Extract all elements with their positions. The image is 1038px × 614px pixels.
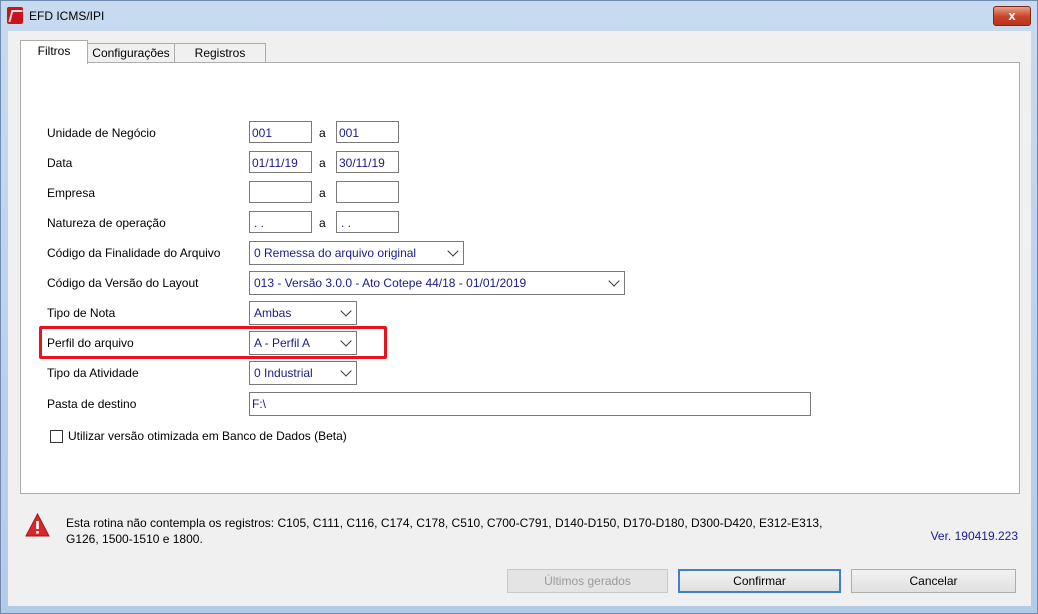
filtros-panel: Unidade de Negócio 001 a 001 Data 01/11/… xyxy=(20,62,1020,494)
warning-icon xyxy=(25,513,50,537)
range-separator: a xyxy=(319,156,326,170)
confirmar-button[interactable]: Confirmar xyxy=(678,569,841,593)
versao-layout-value: 013 - Versão 3.0.0 - Ato Cotepe 44/18 - … xyxy=(254,276,527,290)
window-title: EFD ICMS/IPI xyxy=(29,9,105,23)
tab-configuracoes[interactable]: Configurações xyxy=(86,43,176,63)
versao-layout-label: Código da Versão do Layout xyxy=(47,276,199,290)
tipo-nota-label: Tipo de Nota xyxy=(47,306,116,320)
range-separator: a xyxy=(319,186,326,200)
perfil-highlight-box xyxy=(39,326,387,359)
tipo-atividade-value: 0 Industrial xyxy=(254,366,313,380)
tab-filtros[interactable]: Filtros xyxy=(20,40,88,64)
tab-registros[interactable]: Registros xyxy=(174,43,266,63)
unidade-negocio-label: Unidade de Negócio xyxy=(47,126,156,140)
otimizada-checkbox-label[interactable]: Utilizar versão otimizada em Banco de Da… xyxy=(68,429,347,443)
chevron-down-icon xyxy=(340,365,352,377)
ultimos-gerados-button[interactable]: Últimos gerados xyxy=(507,569,668,593)
unidade-negocio-from-input[interactable]: 001 xyxy=(249,121,312,143)
otimizada-checkbox[interactable] xyxy=(50,430,63,443)
data-label: Data xyxy=(47,156,73,170)
chevron-down-icon xyxy=(340,305,352,317)
title-bar[interactable]: EFD ICMS/IPI x xyxy=(1,1,1037,31)
version-label: Ver. 190419.223 xyxy=(930,529,1018,543)
empresa-label: Empresa xyxy=(47,186,96,200)
natureza-to-input[interactable]: . . xyxy=(336,211,399,233)
natureza-from-input[interactable]: . . xyxy=(249,211,312,233)
finalidade-value: 0 Remessa do arquivo original xyxy=(254,246,417,260)
unidade-negocio-to-input[interactable]: 001 xyxy=(336,121,399,143)
tipo-nota-value: Ambas xyxy=(254,306,292,320)
pasta-destino-label: Pasta de destino xyxy=(47,397,137,411)
pasta-destino-input[interactable]: F:\ xyxy=(249,392,811,416)
empresa-to-input[interactable] xyxy=(336,181,399,203)
tipo-atividade-select[interactable]: 0 Industrial xyxy=(249,361,357,385)
versao-layout-select[interactable]: 013 - Versão 3.0.0 - Ato Cotepe 44/18 - … xyxy=(249,271,625,295)
close-button[interactable]: x xyxy=(993,6,1031,26)
chevron-down-icon xyxy=(447,245,459,257)
empresa-from-input[interactable] xyxy=(249,181,312,203)
finalidade-label: Código da Finalidade do Arquivo xyxy=(47,246,221,260)
tipo-nota-select[interactable]: Ambas xyxy=(249,301,357,325)
tipo-atividade-label: Tipo da Atividade xyxy=(47,366,139,380)
range-separator: a xyxy=(319,126,326,140)
dialog-window: EFD ICMS/IPI x Filtros Configurações Reg… xyxy=(0,0,1038,614)
data-to-input[interactable]: 30/11/19 xyxy=(336,151,399,173)
warning-message: Esta rotina não contempla os registros: … xyxy=(66,515,886,547)
range-separator: a xyxy=(319,216,326,230)
cancelar-button[interactable]: Cancelar xyxy=(851,569,1016,593)
finalidade-select[interactable]: 0 Remessa do arquivo original xyxy=(249,241,464,265)
dialog-body: Filtros Configurações Registros Unidade … xyxy=(8,31,1031,606)
app-logo-icon xyxy=(7,7,23,24)
natureza-label: Natureza de operação xyxy=(47,216,166,230)
warning-message-line1: Esta rotina não contempla os registros: … xyxy=(66,516,823,530)
data-from-input[interactable]: 01/11/19 xyxy=(249,151,312,173)
chevron-down-icon xyxy=(608,275,620,287)
warning-message-line2: G126, 1500-1510 e 1800. xyxy=(66,532,203,546)
